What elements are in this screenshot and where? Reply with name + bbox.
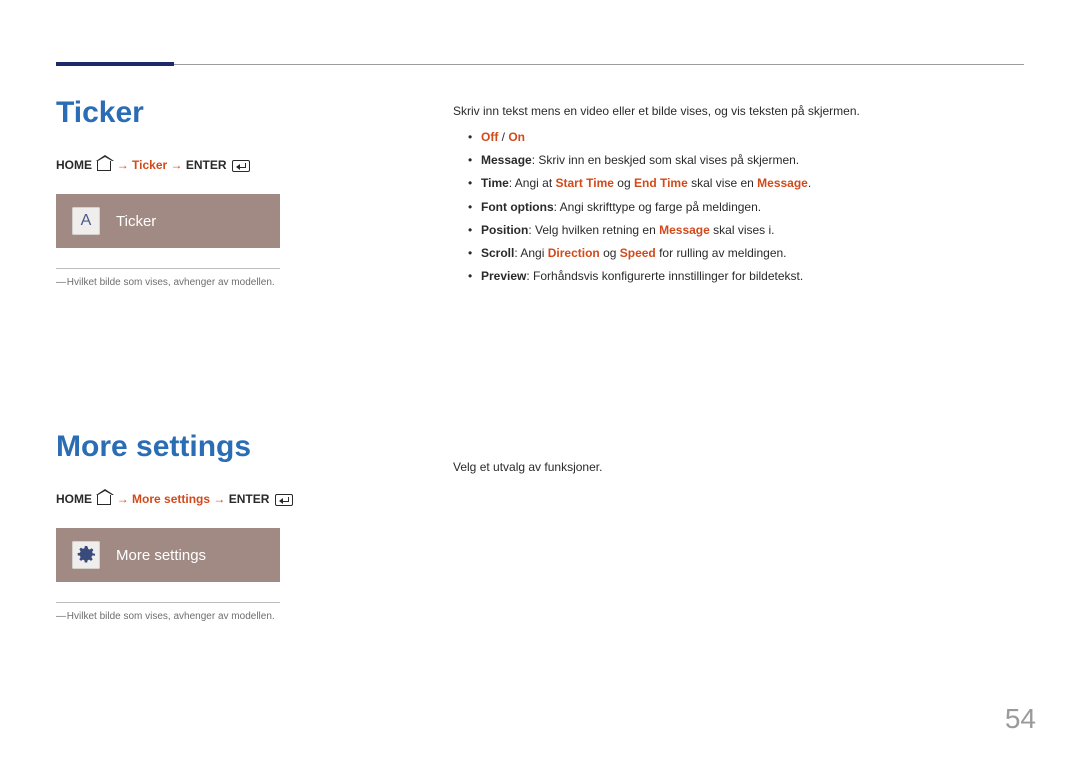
bold-label: Preview: [481, 269, 526, 283]
breadcrumb-more-settings: HOME → More settings → ENTER: [56, 492, 449, 506]
menu-tile-more-settings[interactable]: More settings: [56, 528, 280, 582]
bullet-time: Time: Angi at Start Time og End Time ska…: [453, 174, 1024, 193]
tile-label: More settings: [116, 547, 206, 564]
breadcrumb-enter-label: ENTER: [229, 492, 270, 506]
bullet-message: Message: Skriv inn en beskjed som skal v…: [453, 151, 1024, 170]
accent-text: Off: [481, 130, 498, 144]
body-text: : Angi: [514, 246, 547, 260]
menu-tile-ticker[interactable]: A Ticker: [56, 194, 280, 248]
bullet-preview: Preview: Forhåndsvis konfigurerte innsti…: [453, 267, 1024, 286]
accent-text: End Time: [634, 176, 688, 190]
bold-label: Position: [481, 223, 528, 237]
gear-svg: [74, 543, 98, 567]
bold-label: Time: [481, 176, 509, 190]
body-text: : Skriv inn en beskjed som skal vises på…: [532, 153, 799, 167]
enter-icon: [275, 494, 293, 506]
accent-text: Message: [757, 176, 808, 190]
bullet-off-on: Off / On: [453, 128, 1024, 147]
enter-icon: [232, 160, 250, 172]
body-text: skal vises i.: [710, 223, 775, 237]
section-spacer: [453, 290, 1024, 460]
breadcrumb-arrow: →: [117, 158, 129, 172]
bold-label: Scroll: [481, 246, 514, 260]
breadcrumb-arrow: →: [171, 158, 183, 172]
body-text: : Angi at: [509, 176, 556, 190]
body-text: for rulling av meldingen.: [656, 246, 787, 260]
body-text: : Angi skrifttype og farge på meldingen.: [554, 200, 761, 214]
document-page: Ticker HOME → Ticker → ENTER A Ticker Hv…: [0, 0, 1080, 763]
body-text: og: [600, 246, 620, 260]
bold-label: Message: [481, 153, 532, 167]
divider: [56, 602, 280, 603]
section-heading-ticker: Ticker: [56, 96, 449, 130]
section-spacer: [56, 288, 449, 430]
section-heading-more-settings: More settings: [56, 430, 449, 464]
accent-text: Message: [659, 223, 710, 237]
breadcrumb-ticker: HOME → Ticker → ENTER: [56, 158, 449, 172]
left-column: Ticker HOME → Ticker → ENTER A Ticker Hv…: [56, 96, 449, 622]
footnote-text: Hvilket bilde som vises, avhenger av mod…: [56, 611, 449, 622]
accent-bar: [56, 62, 174, 66]
top-horizontal-rule: [56, 64, 1024, 65]
two-column-layout: Ticker HOME → Ticker → ENTER A Ticker Hv…: [56, 96, 1024, 622]
breadcrumb-arrow: →: [117, 492, 129, 506]
breadcrumb-enter-label: ENTER: [186, 158, 227, 172]
tile-label: Ticker: [116, 213, 156, 230]
accent-text: Start Time: [556, 176, 614, 190]
bullet-scroll: Scroll: Angi Direction og Speed for rull…: [453, 244, 1024, 263]
divider: [56, 268, 280, 269]
separator: /: [498, 130, 508, 144]
home-icon: [97, 161, 111, 171]
tile-letter-icon: A: [72, 207, 100, 235]
body-text: .: [808, 176, 811, 190]
feature-bullet-list: Off / On Message: Skriv inn en beskjed s…: [453, 128, 1024, 286]
body-text: skal vise en: [688, 176, 757, 190]
gear-icon: [72, 541, 100, 569]
body-text: : Forhåndsvis konfigurerte innstillinger…: [526, 269, 803, 283]
accent-text: Direction: [548, 246, 600, 260]
bullet-font-options: Font options: Angi skrifttype og farge p…: [453, 198, 1024, 217]
bold-label: Font options: [481, 200, 554, 214]
section1-description: Skriv inn tekst mens en video eller et b…: [453, 102, 1024, 120]
body-text: og: [614, 176, 634, 190]
accent-text: Speed: [620, 246, 656, 260]
breadcrumb-current: Ticker: [132, 158, 167, 172]
accent-text: On: [508, 130, 525, 144]
footnote-text: Hvilket bilde som vises, avhenger av mod…: [56, 277, 449, 288]
page-number: 54: [1005, 703, 1036, 735]
bullet-position: Position: Velg hvilken retning en Messag…: [453, 221, 1024, 240]
body-text: : Velg hvilken retning en: [528, 223, 659, 237]
section2-description: Velg et utvalg av funksjoner.: [453, 460, 1024, 474]
breadcrumb-home-label: HOME: [56, 158, 92, 172]
breadcrumb-home-label: HOME: [56, 492, 92, 506]
breadcrumb-arrow: →: [213, 492, 225, 506]
right-column: Skriv inn tekst mens en video eller et b…: [449, 96, 1024, 622]
home-icon: [97, 495, 111, 505]
breadcrumb-current: More settings: [132, 492, 210, 506]
